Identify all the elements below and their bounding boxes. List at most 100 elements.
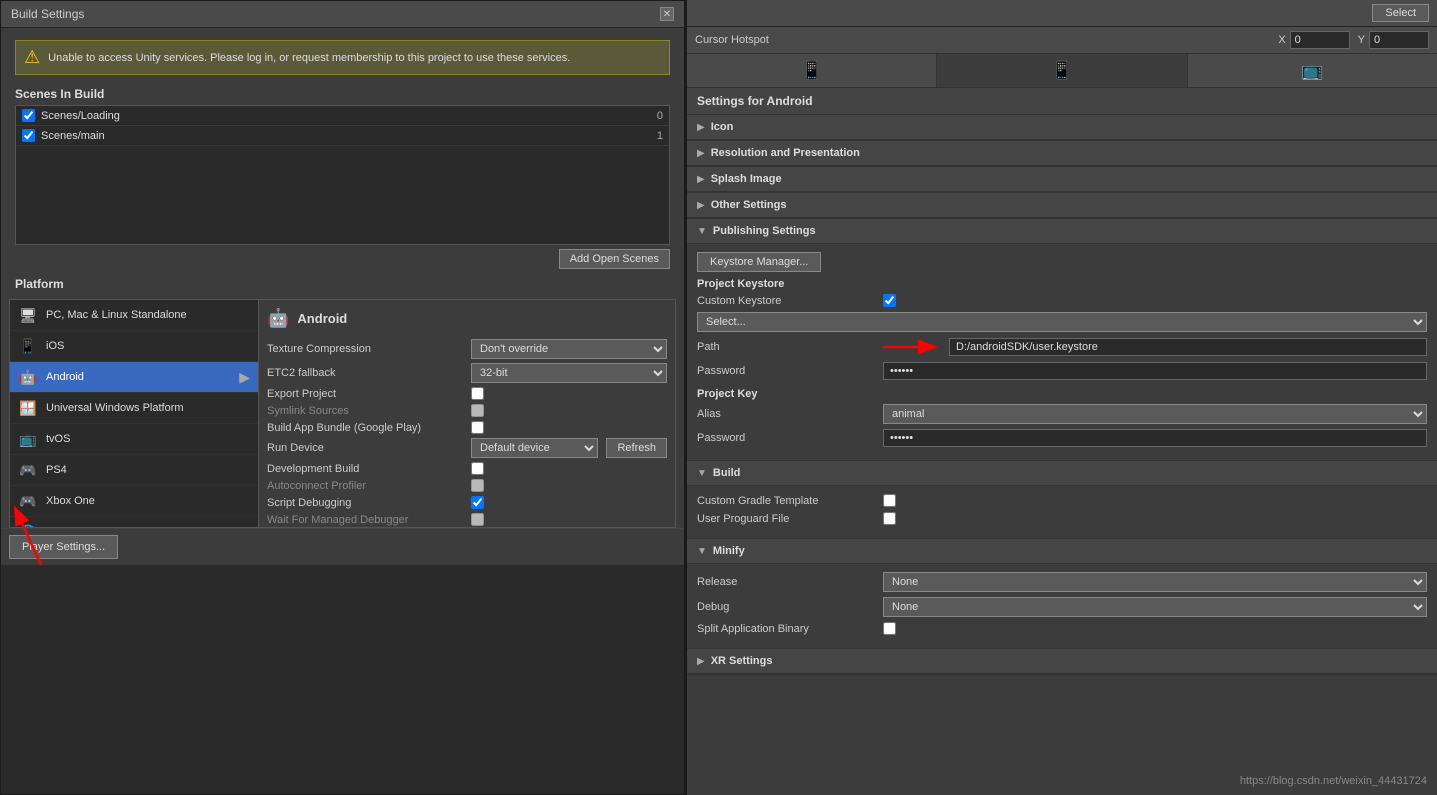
platform-item-tvos[interactable]: 📺 tvOS [10,424,258,455]
build-settings-panel: Build Settings ✕ ⚠ Unable to access Unit… [0,0,685,795]
publishing-title: Publishing Settings [713,225,816,237]
resolution-section-header[interactable]: ▶ Resolution and Presentation [687,141,1437,166]
release-select[interactable]: None [883,572,1427,592]
icon-arrow: ▶ [697,122,705,133]
android-header-icon: 🤖 [267,308,289,329]
key-password-input[interactable] [883,429,1427,447]
user-proguard-row: User Proguard File [697,512,1427,525]
android-header: 🤖 Android [267,308,667,329]
tab-icon-tablet[interactable]: 📱 [937,54,1187,87]
scene-name-loading: Scenes/Loading [41,110,657,122]
warning-text: Unable to access Unity services. Please … [48,52,570,64]
path-input[interactable] [949,338,1427,356]
warning-bar: ⚠ Unable to access Unity services. Pleas… [15,40,670,75]
xr-settings-section: ▶ XR Settings [687,649,1437,675]
platform-item-uwp[interactable]: 🪟 Universal Windows Platform [10,393,258,424]
platform-name-pc: PC, Mac & Linux Standalone [46,309,250,321]
scenes-list: Scenes/Loading 0 Scenes/main 1 [15,105,670,245]
other-settings-header[interactable]: ▶ Other Settings [687,193,1437,218]
run-device-row: Run Device Default device Refresh [267,438,667,458]
development-build-label: Development Build [267,463,467,475]
player-settings-arrow [1,490,81,570]
scene-item-main: Scenes/main 1 [16,126,669,146]
xr-title: XR Settings [711,655,773,667]
publishing-settings-header[interactable]: ▼ Publishing Settings [687,219,1437,244]
platform-item-ps4[interactable]: 🎮 PS4 [10,455,258,486]
splash-section-header[interactable]: ▶ Splash Image [687,167,1437,192]
bottom-dark-area [1,565,684,794]
user-proguard-label: User Proguard File [697,513,877,525]
tab-icon-phone[interactable]: 📱 [687,54,937,87]
platform-item-android[interactable]: 🤖 Android ▶ [10,362,258,393]
platform-name-ios: iOS [46,340,250,352]
select-button[interactable]: Select [1372,4,1429,22]
build-section: ▼ Build Custom Gradle Template User Prog… [687,461,1437,539]
platform-settings: 🤖 Android Texture Compression Don't over… [259,299,676,528]
cursor-hotspot-row: Cursor Hotspot X Y [687,27,1437,54]
tab-icon-tv[interactable]: 📺 [1188,54,1437,87]
y-field: Y [1358,31,1429,49]
scene-index-loading: 0 [657,110,663,122]
custom-keystore-checkbox[interactable] [883,294,896,307]
build-app-bundle-checkbox[interactable] [471,421,484,434]
inspector-content: ▶ Icon ▶ Resolution and Presentation ▶ S… [687,115,1437,795]
export-project-checkbox[interactable] [471,387,484,400]
run-device-select[interactable]: Default device [471,438,598,458]
scene-name-main: Scenes/main [41,130,657,142]
debug-select[interactable]: None [883,597,1427,617]
texture-compression-row: Texture Compression Don't override [267,339,667,359]
close-button[interactable]: ✕ [660,7,674,21]
uwp-icon: 🪟 [18,398,38,418]
warning-icon: ⚠ [24,47,40,68]
keystore-select[interactable]: Select... [697,312,1427,332]
minify-section: ▼ Minify Release None Debug None Sp [687,539,1437,649]
platform-header: Platform [7,273,678,295]
scene-checkbox-loading[interactable] [22,109,35,122]
platform-name-tvos: tvOS [46,433,250,445]
keystore-password-label: Password [697,365,877,377]
x-input[interactable] [1290,31,1350,49]
minify-body: Release None Debug None Split Applicatio… [687,564,1437,648]
publishing-body: Keystore Manager... Project Keystore Cus… [687,244,1437,460]
refresh-button[interactable]: Refresh [606,438,667,458]
debug-row: Debug None [697,597,1427,617]
script-debugging-label: Script Debugging [267,497,467,509]
icon-section-header[interactable]: ▶ Icon [687,115,1437,140]
add-open-scenes-row: Add Open Scenes [15,245,670,273]
symlink-sources-checkbox [471,404,484,417]
scene-index-main: 1 [657,130,663,142]
scene-checkbox-main[interactable] [22,129,35,142]
script-debugging-checkbox[interactable] [471,496,484,509]
custom-keystore-label: Custom Keystore [697,295,877,307]
icon-title: Icon [711,121,734,133]
development-build-checkbox[interactable] [471,462,484,475]
minify-section-header[interactable]: ▼ Minify [687,539,1437,564]
scene-item-loading: Scenes/Loading 0 [16,106,669,126]
x-field: X [1278,31,1349,49]
export-project-row: Export Project [267,387,667,400]
user-proguard-checkbox[interactable] [883,512,896,525]
add-open-scenes-button[interactable]: Add Open Scenes [559,249,670,269]
etc2-fallback-select[interactable]: 32-bit [471,363,667,383]
keystore-manager-button[interactable]: Keystore Manager... [697,252,821,272]
build-section-header[interactable]: ▼ Build [687,461,1437,486]
texture-compression-select[interactable]: Don't override [471,339,667,359]
keystore-password-input[interactable] [883,362,1427,380]
wait-for-managed-row: Wait For Managed Debugger [267,513,667,526]
split-app-binary-checkbox[interactable] [883,622,896,635]
project-keystore-header: Project Keystore [697,278,1427,290]
y-input[interactable] [1369,31,1429,49]
split-app-binary-label: Split Application Binary [697,623,877,635]
alias-select[interactable]: animal [883,404,1427,424]
other-settings-title: Other Settings [711,199,787,211]
platform-item-pc[interactable]: 🖥 PC, Mac & Linux Standalone [10,300,258,331]
platform-section: 🖥 PC, Mac & Linux Standalone 📱 iOS 🤖 And… [9,299,676,528]
key-password-label: Password [697,432,877,444]
platform-name-ps4: PS4 [46,464,250,476]
xr-settings-header[interactable]: ▶ XR Settings [687,649,1437,674]
split-app-binary-row: Split Application Binary [697,622,1427,635]
other-settings-arrow: ▶ [697,200,705,211]
xr-arrow: ▶ [697,656,705,667]
platform-item-ios[interactable]: 📱 iOS [10,331,258,362]
custom-gradle-checkbox[interactable] [883,494,896,507]
